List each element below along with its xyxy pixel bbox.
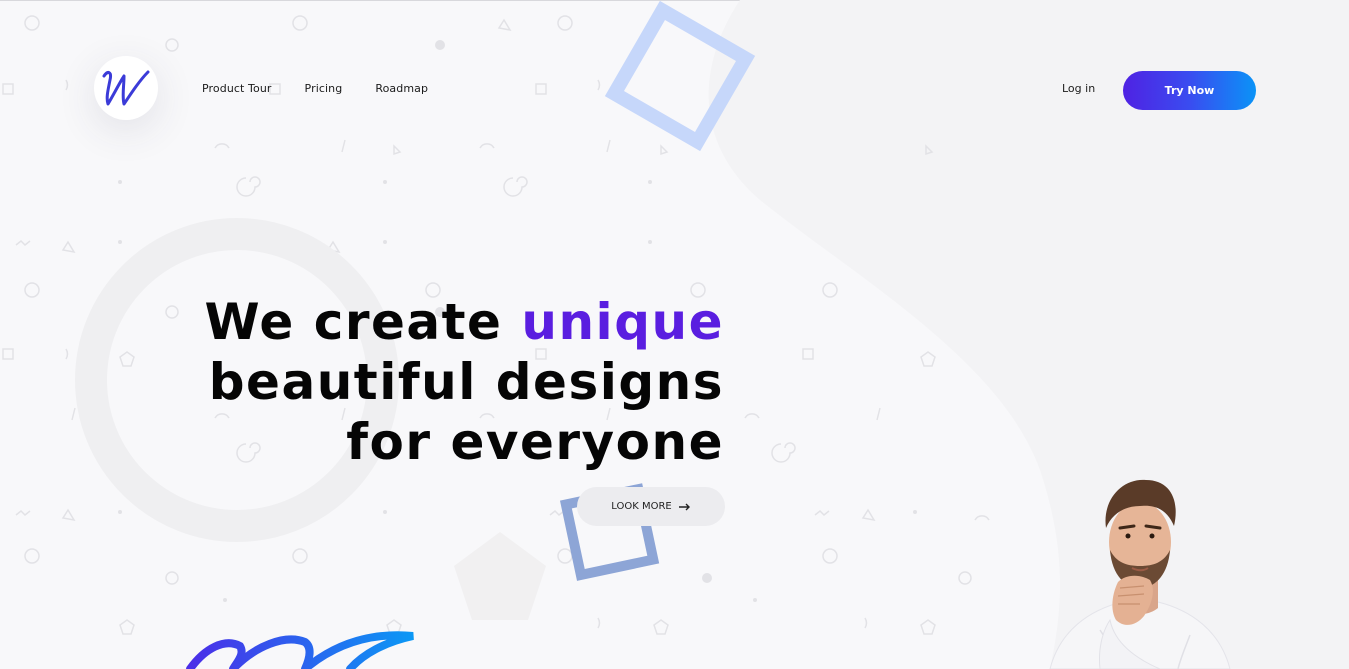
look-more-button[interactable]: LOOK MORE bbox=[577, 487, 725, 526]
nav-product-tour[interactable]: Product Tour bbox=[202, 82, 272, 95]
headline-accent-word: unique bbox=[521, 293, 724, 351]
try-now-button[interactable]: Try Now bbox=[1123, 71, 1256, 110]
headline-line1: We create unique bbox=[205, 293, 725, 351]
script-logo-decoration bbox=[186, 631, 414, 669]
main-nav: Product Tour Pricing Roadmap bbox=[202, 82, 428, 95]
square-decoration-blue bbox=[604, 0, 756, 152]
look-more-label: LOOK MORE bbox=[611, 501, 672, 512]
headline-line2: beautiful designs bbox=[208, 353, 724, 411]
hero-headline: We create unique beautiful designs for e… bbox=[205, 292, 725, 472]
login-link[interactable]: Log in bbox=[1062, 82, 1095, 95]
script-w-logo-icon bbox=[102, 70, 150, 106]
headline-line1-start: We create bbox=[204, 293, 522, 351]
pentagon-decoration bbox=[454, 532, 546, 620]
nav-roadmap[interactable]: Roadmap bbox=[375, 82, 428, 95]
arrow-right-icon bbox=[678, 503, 690, 510]
nav-pricing[interactable]: Pricing bbox=[305, 82, 343, 95]
headline-line3: for everyone bbox=[346, 413, 724, 471]
logo[interactable] bbox=[94, 56, 158, 120]
thinking-man-image bbox=[1049, 479, 1231, 669]
